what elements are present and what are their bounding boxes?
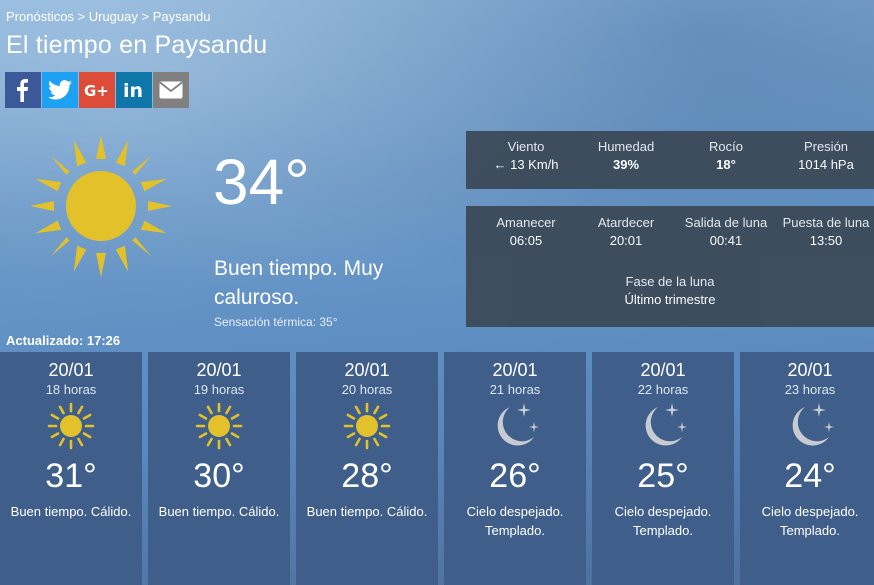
moonphase-value: Último trimestre <box>624 292 716 307</box>
moonset-value: 13:50 <box>809 233 843 248</box>
forecast-temperature: 24° <box>784 457 836 495</box>
forecast-date: 20/01 <box>640 360 686 380</box>
current-description: Buen tiempo. Muy caluroso. <box>214 257 384 309</box>
forecast-date: 20/01 <box>48 360 94 380</box>
sunrise-label: Amanecer <box>496 215 556 230</box>
forecast-description: Buen tiempo. Cálido. <box>306 504 428 519</box>
forecast-hour: 18 horas <box>45 382 97 397</box>
forecast-date: 20/01 <box>196 360 242 380</box>
sunset-label: Atardecer <box>597 215 655 230</box>
pressure-value: 1014 hPa <box>798 157 854 172</box>
forecast-description: Cielo despejado. Templado. <box>614 504 712 538</box>
pressure-cell: Presión 1014 hPa <box>776 139 874 172</box>
forecast-card[interactable]: 20/01 21 horas 26° Cielo despejado. Temp… <box>444 352 586 585</box>
facebook-share-button[interactable] <box>5 72 41 108</box>
moon-stars-icon <box>645 403 687 446</box>
feels-like: Sensación térmica: 35° <box>214 315 338 329</box>
forecast-temperature: 31° <box>45 457 97 495</box>
humidity-cell: Humedad 39% <box>576 139 676 172</box>
moonphase-label: Fase de la luna <box>625 274 715 289</box>
breadcrumb[interactable]: Pronósticos > Uruguay > Paysandu <box>6 9 211 24</box>
forecast-card[interactable]: 20/01 19 horas 30° Buen tiempo. Cálido. <box>148 352 290 585</box>
dew-label: Rocío <box>709 139 743 154</box>
moonphase-cell: Fase de la luna Último trimestre <box>570 274 770 307</box>
forecast-hour: 21 horas <box>489 382 541 397</box>
linkedin-icon: in <box>123 80 143 101</box>
forecast-description: Cielo despejado. Templado. <box>761 504 859 538</box>
sunset-cell: Atardecer 20:01 <box>576 215 676 248</box>
email-share-button[interactable] <box>153 72 189 108</box>
current-details-panel: Viento ← 13 Km/h Humedad 39% Rocío 18° P… <box>466 131 874 189</box>
moonrise-cell: Salida de luna 00:41 <box>676 215 776 248</box>
envelope-icon <box>159 81 183 99</box>
google-plus-share-button[interactable]: G+ <box>79 72 115 108</box>
forecast-hour: 20 horas <box>341 382 393 397</box>
forecast-date: 20/01 <box>492 360 538 380</box>
sunset-value: 20:01 <box>609 233 643 248</box>
forecast-hour: 19 horas <box>193 382 245 397</box>
forecast-description: Cielo despejado. Templado. <box>466 504 564 538</box>
moonset-label: Puesta de luna <box>782 215 870 230</box>
svg-text:in: in <box>123 80 143 101</box>
forecast-temperature: 26° <box>489 457 541 495</box>
moonset-cell: Puesta de luna 13:50 <box>776 215 874 248</box>
sun-icon <box>47 402 95 450</box>
page-title: El tiempo en Paysandu <box>6 31 268 59</box>
svg-text:G+: G+ <box>84 82 109 100</box>
social-share-bar: G+ in <box>5 72 189 108</box>
updated-time: Actualizado: 17:26 <box>6 333 121 348</box>
sunrise-cell: Amanecer 06:05 <box>476 215 576 248</box>
forecast-hour: 23 horas <box>784 382 836 397</box>
google-plus-icon: G+ <box>84 82 109 100</box>
forecast-date: 20/01 <box>344 360 390 380</box>
forecast-card[interactable]: 20/01 22 horas 25° Cielo despejado. Temp… <box>592 352 734 585</box>
pressure-label: Presión <box>803 139 849 154</box>
forecast-card[interactable]: 20/01 23 horas 24° Cielo despejado. Temp… <box>740 352 874 585</box>
hourly-forecast: 20/01 18 horas 31° Buen tiempo. Cálido. … <box>0 352 874 585</box>
wind-cell: Viento ← 13 Km/h <box>466 139 586 172</box>
forecast-temperature: 28° <box>341 457 393 495</box>
twitter-icon <box>48 80 72 100</box>
twitter-share-button[interactable] <box>42 72 78 108</box>
sun-icon <box>195 402 243 450</box>
current-temperature: 34° <box>213 146 310 218</box>
forecast-description: Buen tiempo. Cálido. <box>158 504 280 519</box>
humidity-label: Humedad <box>597 139 655 154</box>
forecast-temperature: 30° <box>193 457 245 495</box>
moon-stars-icon <box>497 403 539 446</box>
forecast-card[interactable]: 20/01 20 horas 28° Buen tiempo. Cálido. <box>296 352 438 585</box>
astro-panel: Amanecer 06:05 Atardecer 20:01 Salida de… <box>466 206 874 327</box>
sun-icon <box>30 135 172 277</box>
dew-value: 18° <box>716 157 736 172</box>
forecast-date: 20/01 <box>787 360 833 380</box>
forecast-card[interactable]: 20/01 18 horas 31° Buen tiempo. Cálido. <box>0 352 142 585</box>
humidity-value: 39% <box>612 157 640 172</box>
wind-direction-icon: ← <box>493 157 507 172</box>
dew-cell: Rocío 18° <box>676 139 776 172</box>
forecast-description: Buen tiempo. Cálido. <box>10 504 132 519</box>
forecast-hour: 22 horas <box>637 382 689 397</box>
sunrise-value: 06:05 <box>509 233 543 248</box>
moonrise-label: Salida de luna <box>684 215 768 230</box>
wind-label: Viento <box>507 139 545 154</box>
sun-icon <box>343 402 391 450</box>
wind-value: 13 Km/h <box>510 157 559 172</box>
forecast-temperature: 25° <box>637 457 689 495</box>
facebook-icon <box>17 79 28 102</box>
moonrise-value: 00:41 <box>709 233 743 248</box>
moon-stars-icon <box>792 403 834 446</box>
linkedin-share-button[interactable]: in <box>116 72 152 108</box>
